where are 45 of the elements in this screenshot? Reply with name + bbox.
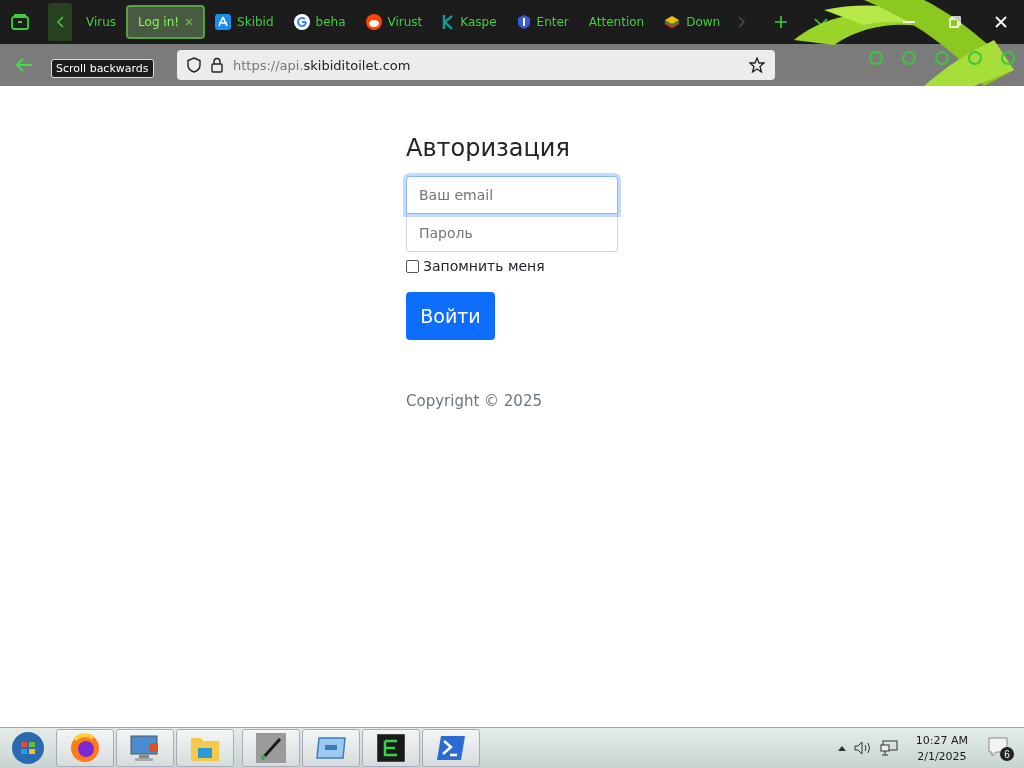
taskbar-app[interactable] xyxy=(56,729,114,767)
layers-icon xyxy=(664,14,681,30)
monitor-icon xyxy=(129,733,161,763)
browser-tab[interactable]: Down xyxy=(654,5,731,39)
tooltip: Scroll backwards xyxy=(51,59,154,78)
chevron-left-icon xyxy=(56,16,64,28)
address-bar[interactable]: https://api.skibiditoilet.com xyxy=(177,50,775,80)
window-icon xyxy=(315,735,347,761)
pen-icon xyxy=(256,733,286,763)
star-icon[interactable] xyxy=(749,57,765,73)
speaker-icon[interactable] xyxy=(853,741,872,755)
lock-icon xyxy=(211,57,223,73)
browser-tab[interactable]: beha xyxy=(283,5,356,39)
shield-icon xyxy=(187,57,201,73)
taskbar-app[interactable] xyxy=(362,729,420,767)
chevron-down-icon[interactable] xyxy=(814,18,829,26)
login-button[interactable]: Войти xyxy=(406,292,495,340)
remember-checkbox[interactable] xyxy=(406,259,419,273)
page-title: Авторизация xyxy=(406,134,571,162)
app-store-icon xyxy=(215,14,232,30)
browser-tab[interactable]: Virus xyxy=(76,5,127,39)
remember-label: Запомнить меня xyxy=(423,258,545,274)
firefox-icon xyxy=(69,732,101,764)
letter-k-icon xyxy=(442,14,455,30)
browser-tab[interactable]: Skibid xyxy=(205,5,284,39)
shield-icon xyxy=(516,14,531,30)
password-field[interactable]: Пароль xyxy=(406,214,618,252)
url-text: https://api.skibiditoilet.com xyxy=(233,57,412,73)
browser-tab[interactable]: Virust xyxy=(355,5,433,39)
browser-tab[interactable]: Kaspe xyxy=(432,5,507,39)
browser-tab[interactable]: Attention xyxy=(578,5,655,39)
email-field[interactable]: Ваш email xyxy=(406,176,618,214)
new-tab-icon[interactable] xyxy=(774,15,789,29)
scroll-back-button[interactable] xyxy=(48,3,72,41)
clock-date: 2/1/2025 xyxy=(917,749,967,763)
clock-time: 10:27 AM xyxy=(915,733,968,747)
browser-tab[interactable]: Log in! xyxy=(126,5,206,39)
network-icon[interactable] xyxy=(879,740,898,756)
browser-tab[interactable]: Enter xyxy=(506,5,579,39)
powershell-icon xyxy=(436,735,466,761)
taskbar-app[interactable] xyxy=(242,729,300,767)
google-icon xyxy=(293,14,310,30)
caret-up-icon[interactable] xyxy=(837,745,846,751)
terminal-icon xyxy=(377,734,405,762)
copyright-text: Copyright © 2025 xyxy=(406,392,543,410)
